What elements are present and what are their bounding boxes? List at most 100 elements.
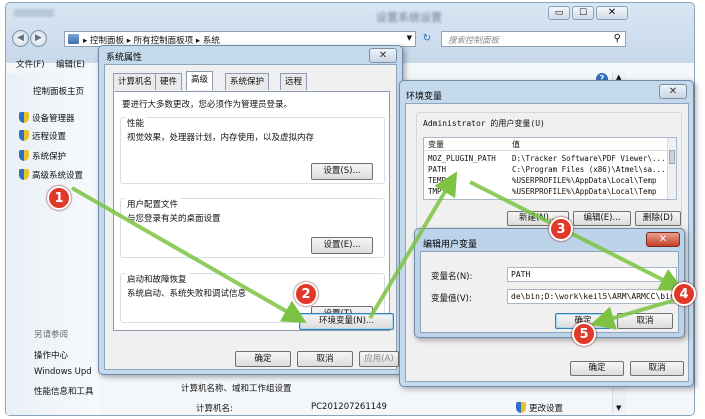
- variable-name-cell: TEMP: [428, 176, 447, 185]
- col-variable[interactable]: 变量: [428, 139, 444, 150]
- tab-computer-name[interactable]: 计算机名: [113, 73, 158, 90]
- col-value[interactable]: 值: [512, 139, 520, 150]
- user-variables-group: Administrator 的用户变量(U) 变量 值 MOZ_PLUGIN_P…: [416, 112, 682, 234]
- env-ok-button[interactable]: 确定: [570, 361, 624, 376]
- system-properties-dialog: 系统属性 ✕ 计算机名 硬件 高级 系统保护 远程 要进行大多数更改，您必须作为…: [98, 45, 403, 375]
- step-badge-5: 5: [572, 322, 596, 346]
- user-profile-title: 用户配置文件: [125, 198, 181, 210]
- sidebar-item-device-manager[interactable]: 设备管理器: [19, 112, 75, 124]
- sidebar-home[interactable]: 控制面板主页: [33, 85, 84, 97]
- list-body: MOZ_PLUGIN_PATH D:\Tracker Software\PDF V…: [424, 153, 668, 199]
- refresh-button[interactable]: ↻: [418, 31, 436, 47]
- tab-strip: 计算机名 硬件 高级 系统保护 远程: [113, 71, 393, 92]
- variable-value-cell: D:\Tracker Software\PDF Viewer\...: [512, 154, 666, 163]
- tab-advanced[interactable]: 高级: [186, 71, 214, 90]
- user-profile-settings-button[interactable]: 设置(E)...: [311, 237, 373, 254]
- search-icon: ⚲: [613, 33, 621, 44]
- table-row[interactable]: PATH C:\Program Files (x86)\Atmel\sa...: [424, 164, 668, 175]
- menu-edit[interactable]: 编辑(E): [56, 58, 85, 70]
- computer-name-value: PC201207261149: [311, 402, 387, 412]
- performance-desc: 视觉效果，处理器计划，内存使用，以及虚拟内存: [127, 133, 315, 143]
- variable-name-cell: PATH: [428, 165, 447, 174]
- variable-value-cell: C:\Program Files (x86)\Atmel\sa...: [512, 165, 666, 174]
- see-also-heading: 另请参阅: [34, 330, 69, 340]
- dialog-title: 环境变量: [406, 92, 443, 102]
- user-profile-group: 用户配置文件 与您登录有关的桌面设置 设置(E)...: [120, 198, 385, 258]
- performance-title: 性能: [125, 117, 147, 129]
- change-settings-link[interactable]: 更改设置: [516, 402, 563, 414]
- search-box[interactable]: 搜索控制面板 ⚲: [441, 31, 626, 47]
- sidebar-item-system-protection[interactable]: 系统保护: [19, 150, 66, 162]
- dialog-close-button[interactable]: ✕: [369, 48, 397, 63]
- search-placeholder: 搜索控制面板: [448, 36, 500, 46]
- tab-page: 要进行大多数更改，您必须作为管理员登录。 性能 视觉效果，处理器计划，内存使用，…: [113, 91, 390, 331]
- table-row[interactable]: TEMP %USERPROFILE%\AppData\Local\Temp: [424, 175, 668, 186]
- sidebar-item-performance[interactable]: 性能信息和工具: [34, 385, 94, 397]
- dialog-client: 变量名(N): PATH 变量值(V): de\bin;D:\work\keil…: [420, 251, 679, 333]
- list-header: 变量 值: [424, 138, 676, 151]
- sidebar-item-windows-update[interactable]: Windows Upd: [34, 367, 92, 377]
- sidebar-item-remote-settings[interactable]: 远程设置: [19, 130, 66, 142]
- admin-note: 要进行大多数更改，您必须作为管理员登录。: [122, 100, 293, 110]
- forward-button[interactable]: ▶: [30, 30, 47, 47]
- env-cancel-button[interactable]: 取消: [630, 361, 684, 376]
- variable-value-label: 变量值(V):: [431, 294, 472, 304]
- user-variables-label: Administrator 的用户变量(U): [423, 119, 545, 128]
- startup-recovery-title: 启动和故障恢复: [125, 273, 189, 285]
- close-button[interactable]: ✕: [596, 6, 628, 20]
- user-profile-desc: 与您登录有关的桌面设置: [127, 214, 221, 224]
- dialog-close-button[interactable]: ✕: [646, 232, 680, 247]
- minimize-button[interactable]: ▭: [548, 6, 570, 20]
- apply-button[interactable]: 应用(A): [359, 351, 399, 367]
- list-scrollbar[interactable]: [667, 138, 676, 199]
- variable-name-input[interactable]: PATH: [507, 267, 677, 282]
- edit-cancel-button[interactable]: 取消: [617, 313, 673, 329]
- variable-value-input[interactable]: de\bin;D:\work\keil5\ARM\ARMCC\bin;: [507, 289, 677, 304]
- sidebar-item-action-center[interactable]: 操作中心: [34, 349, 68, 361]
- window-title-blur: 设置系统设置: [376, 11, 442, 24]
- control-panel-icon: [68, 34, 79, 44]
- sidebar-item-label: 远程设置: [32, 132, 67, 142]
- dialog-client: 计算机名 硬件 高级 系统保护 远程 要进行大多数更改，您必须作为管理员登录。 …: [104, 64, 399, 370]
- environment-variables-button[interactable]: 环境变量(N)...: [299, 313, 394, 330]
- tab-system-protection[interactable]: 系统保护: [225, 73, 270, 90]
- variable-value-cell: %USERPROFILE%\AppData\Local\Temp: [512, 176, 657, 185]
- scroll-thumb[interactable]: [669, 150, 675, 164]
- edit-user-variable-dialog: 编辑用户变量 ✕ 变量名(N): PATH 变量值(V): de\bin;D:\…: [414, 228, 685, 338]
- address-dropdown-icon[interactable]: ▼: [407, 34, 412, 42]
- ok-button[interactable]: 确定: [235, 351, 291, 367]
- step-badge-3: 3: [549, 217, 573, 241]
- performance-settings-button[interactable]: 设置(S)...: [311, 163, 373, 180]
- maximize-button[interactable]: ☐: [572, 6, 594, 20]
- shield-icon: [516, 402, 526, 413]
- step-badge-4: 4: [672, 282, 696, 306]
- computer-name-label: 计算机名:: [196, 404, 233, 414]
- sidebar-item-label: 设备管理器: [32, 114, 75, 124]
- back-button[interactable]: ◀: [12, 30, 29, 47]
- variable-name-cell: MOZ_PLUGIN_PATH: [428, 154, 496, 163]
- user-variables-list[interactable]: 变量 值 MOZ_PLUGIN_PATH D:\Tracker Software\…: [423, 137, 677, 200]
- dialog-close-button[interactable]: ✕: [659, 84, 687, 99]
- shield-icon: [19, 112, 29, 123]
- tab-hardware[interactable]: 硬件: [155, 73, 183, 90]
- sidebar: 控制面板主页 设备管理器 远程设置 系统保护 高级系统设置 另请参阅 操作中心 …: [7, 73, 100, 415]
- sidebar-item-advanced-settings[interactable]: 高级系统设置: [19, 169, 83, 181]
- tab-remote[interactable]: 远程: [280, 73, 308, 90]
- sidebar-item-label: 高级系统设置: [32, 171, 84, 181]
- edit-variable-button[interactable]: 编辑(E)...: [573, 211, 631, 226]
- table-row[interactable]: MOZ_PLUGIN_PATH D:\Tracker Software\PDF V…: [424, 153, 668, 164]
- computer-name-section: 计算机名称、域和工作组设置: [181, 384, 292, 394]
- cancel-button[interactable]: 取消: [297, 351, 353, 367]
- delete-variable-button[interactable]: 删除(D): [635, 211, 681, 226]
- change-settings-label: 更改设置: [529, 404, 564, 414]
- scroll-down-icon[interactable]: ▼: [616, 404, 621, 412]
- window-icon-blur: [14, 9, 54, 17]
- shield-icon: [19, 150, 29, 161]
- dialog-title: 系统属性: [106, 53, 143, 63]
- variable-value-cell: %USERPROFILE%\AppData\Local\Temp: [512, 187, 657, 196]
- step-badge-1: 1: [47, 186, 71, 210]
- step-badge-2: 2: [294, 282, 318, 306]
- table-row[interactable]: TMP %USERPROFILE%\AppData\Local\Temp: [424, 186, 668, 197]
- menu-file[interactable]: 文件(F): [16, 58, 45, 70]
- variable-name-label: 变量名(N):: [431, 272, 473, 282]
